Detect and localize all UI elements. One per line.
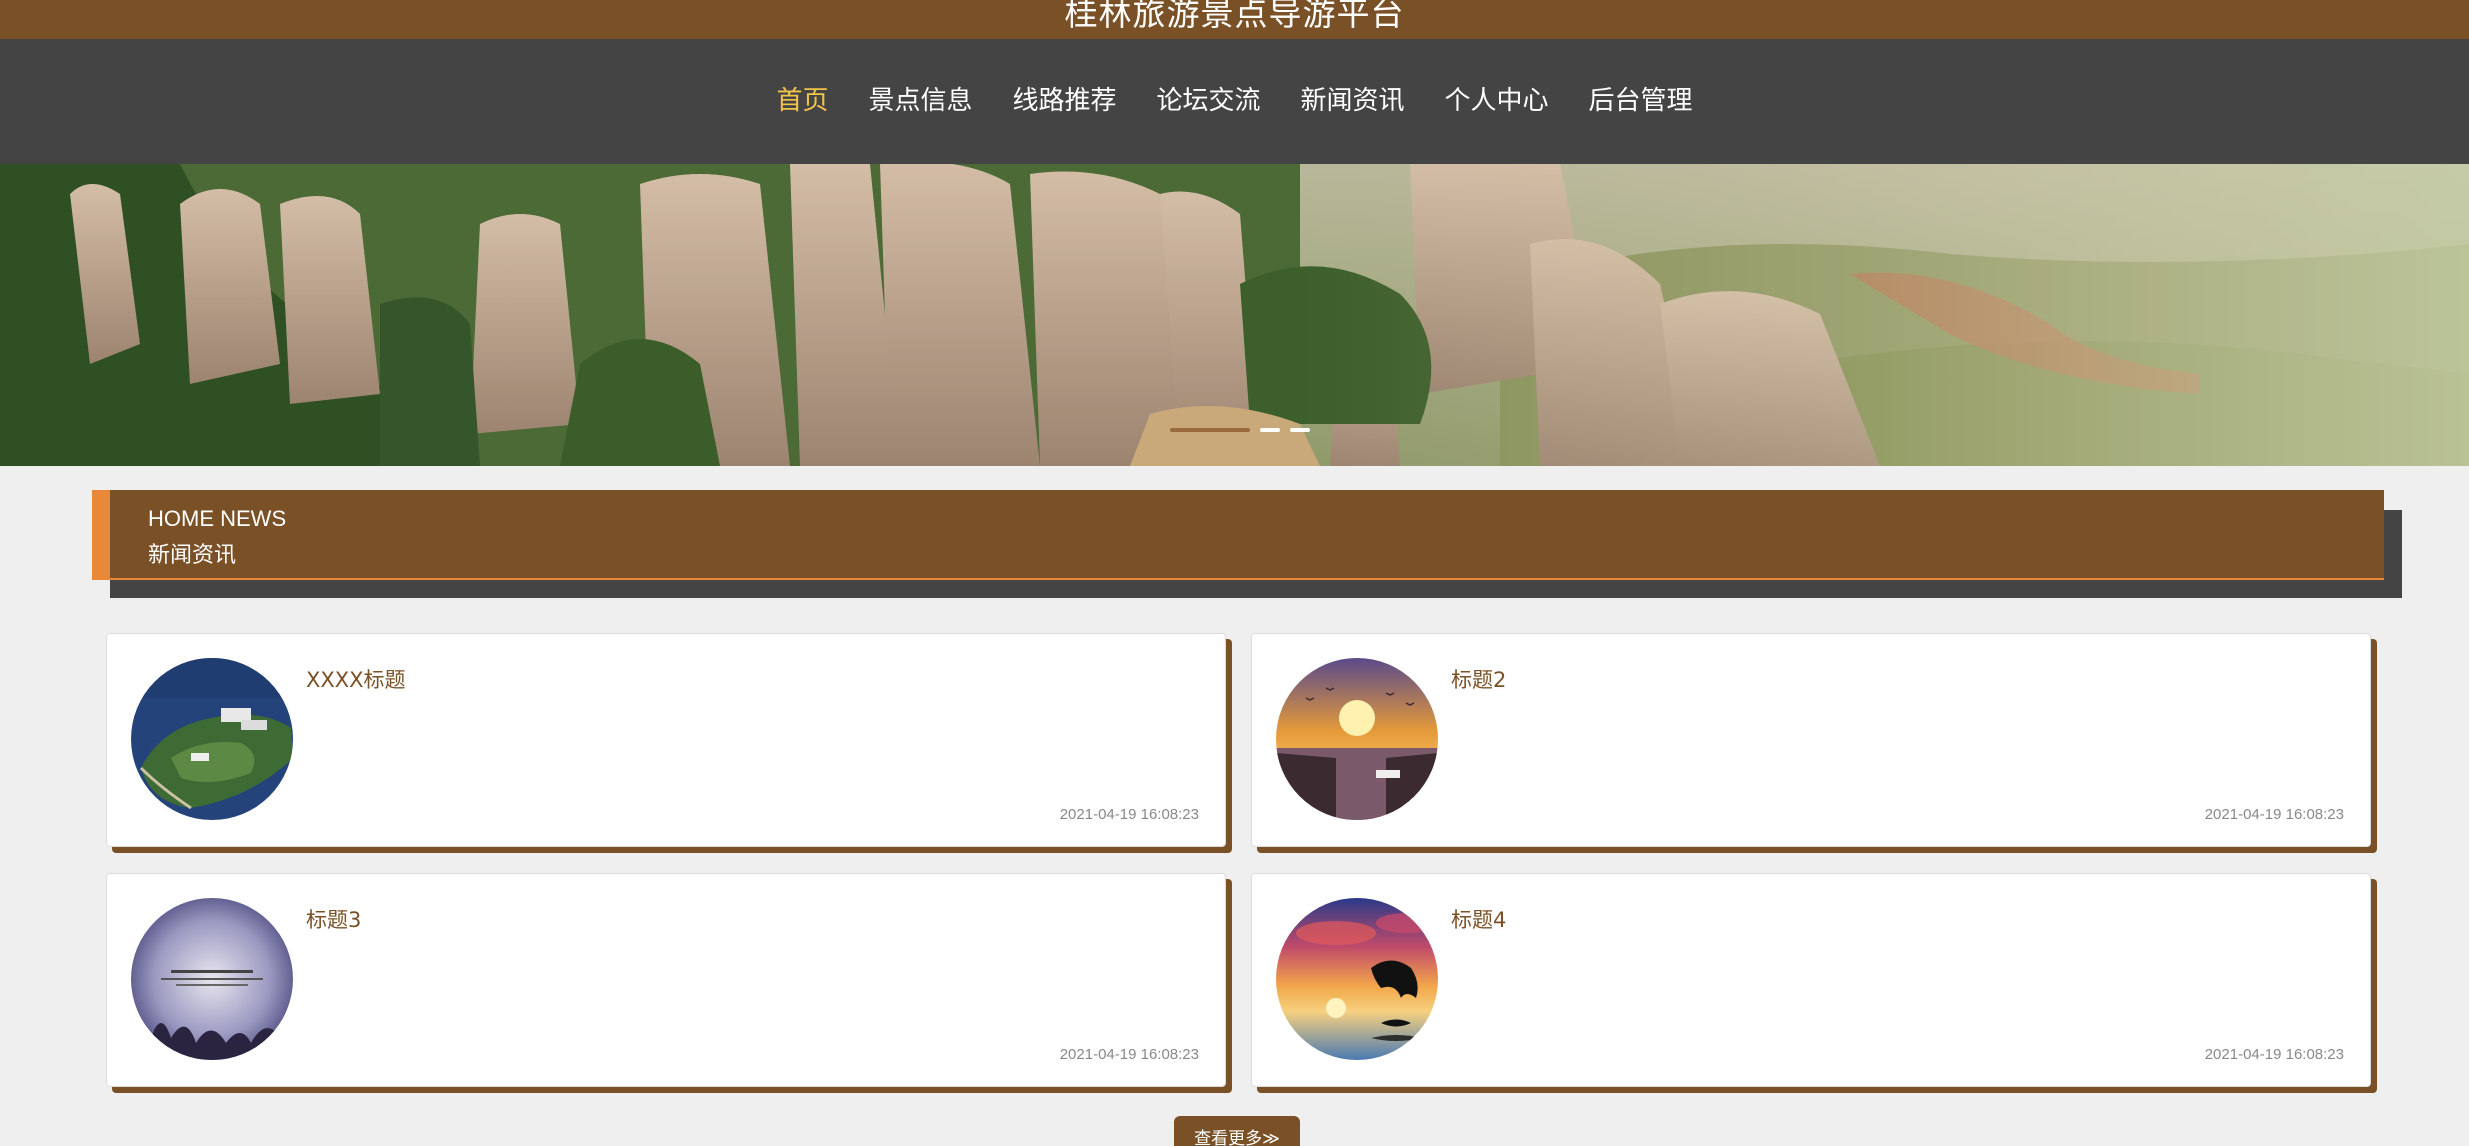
- nav-item-admin[interactable]: 后台管理: [1571, 81, 1711, 121]
- main-nav: 首页 景点信息 线路推荐 论坛交流 新闻资讯 个人中心 后台管理: [0, 39, 2469, 164]
- news-thumbnail: [131, 898, 293, 1060]
- nav-item-news[interactable]: 新闻资讯: [1283, 81, 1423, 121]
- news-title[interactable]: 标题4: [1451, 904, 1506, 934]
- top-title-bar: 桂林旅游景点导游平台: [0, 0, 2469, 39]
- news-title[interactable]: 标题2: [1451, 664, 1506, 694]
- news-title[interactable]: 标题3: [306, 904, 361, 934]
- section-accent-bar: [92, 490, 110, 580]
- news-time: 2021-04-19 16:08:23: [1059, 1046, 1199, 1063]
- news-thumbnail: [131, 658, 293, 820]
- news-section-header: HOME NEWS 新闻资讯: [92, 490, 2384, 580]
- nav-item-routes[interactable]: 线路推荐: [994, 81, 1134, 121]
- nav-item-attractions[interactable]: 景点信息: [850, 81, 990, 121]
- banner-image: [0, 164, 2469, 466]
- carousel-dot-2[interactable]: [1260, 428, 1280, 432]
- banner-carousel[interactable]: [0, 164, 2469, 466]
- nav-item-home[interactable]: 首页: [758, 81, 846, 121]
- site-title: 桂林旅游景点导游平台: [1064, 0, 1405, 33]
- nav-item-personal-center[interactable]: 个人中心: [1427, 81, 1567, 121]
- view-more-button[interactable]: 查看更多≫: [1174, 1116, 1300, 1146]
- news-card[interactable]: 标题4 2021-04-19 16:08:23: [1251, 873, 2371, 1087]
- nav-item-forum[interactable]: 论坛交流: [1138, 81, 1278, 121]
- news-time: 2021-04-19 16:08:23: [2204, 1046, 2344, 1063]
- news-time: 2021-04-19 16:08:23: [1059, 806, 1199, 823]
- news-thumbnail: [1276, 658, 1438, 820]
- news-card[interactable]: XXXX标题 2021-04-19 16:08:23: [106, 633, 1226, 847]
- news-time: 2021-04-19 16:08:23: [2204, 806, 2344, 823]
- carousel-indicators: [1170, 428, 1310, 432]
- news-card[interactable]: 标题3 2021-04-19 16:08:23: [106, 873, 1226, 1087]
- news-title[interactable]: XXXX标题: [306, 664, 406, 694]
- section-title-cn: 新闻资讯: [148, 543, 237, 568]
- section-title-en: HOME NEWS: [148, 506, 287, 531]
- news-card[interactable]: 标题2 2021-04-19 16:08:23: [1251, 633, 2371, 847]
- carousel-dot-1[interactable]: [1170, 428, 1250, 432]
- news-thumbnail: [1276, 898, 1438, 1060]
- carousel-dot-3[interactable]: [1290, 428, 1310, 432]
